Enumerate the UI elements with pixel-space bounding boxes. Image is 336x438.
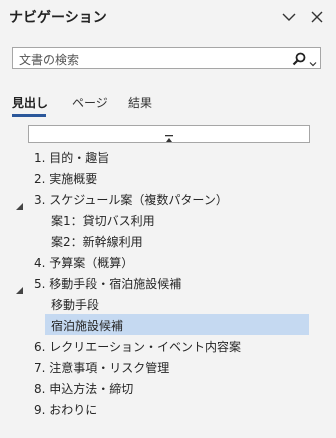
close-icon (309, 9, 325, 25)
active-tab-indicator (12, 114, 46, 117)
heading-label: 移動手段 (51, 298, 100, 312)
heading-label: 7. 注意事項・リスク管理 (34, 361, 170, 375)
tab-headings[interactable]: 見出し (12, 94, 48, 111)
heading-item[interactable]: 8. 申込方法・締切 (0, 377, 336, 398)
pane-close-button[interactable] (309, 9, 325, 25)
pane-title: ナビゲーション (9, 10, 107, 26)
heading-item[interactable]: 1. 目的・趣旨 (0, 146, 336, 167)
heading-label: 3. スケジュール案（複数パターン） (34, 193, 228, 207)
heading-label: 2. 実施概要 (34, 172, 98, 186)
heading-label: 5. 移動手段・宿泊施設候補 (34, 277, 182, 291)
heading-item-selected[interactable]: 宿泊施設候補 (0, 314, 336, 335)
heading-label: 1. 目的・趣旨 (34, 151, 110, 165)
heading-item[interactable]: 2. 実施概要 (0, 167, 336, 188)
heading-item[interactable]: 4. 予算案（概算） (0, 251, 336, 272)
heading-item[interactable]: 移動手段 (0, 293, 336, 314)
heading-item[interactable]: 6. レクリエーション・イベント内容案 (0, 335, 336, 356)
search-options-chevron-icon[interactable] (309, 53, 317, 72)
pane-options-button[interactable] (281, 9, 297, 25)
search-placeholder: 文書の検索 (19, 53, 80, 67)
heading-label: 案1：貸切バス利用 (51, 214, 155, 228)
heading-label: 案2：新幹線利用 (51, 235, 143, 249)
heading-item[interactable]: 3. スケジュール案（複数パターン） (0, 188, 336, 210)
chevron-down-icon (281, 9, 297, 25)
heading-item[interactable]: 9. おわりに (0, 398, 336, 419)
heading-item[interactable]: 7. 注意事項・リスク管理 (0, 356, 336, 377)
heading-label: 6. レクリエーション・イベント内容案 (34, 340, 242, 354)
heading-label: 8. 申込方法・締切 (34, 382, 134, 396)
heading-label: 宿泊施設候補 (51, 319, 124, 333)
search-icon[interactable] (292, 51, 306, 70)
tab-results[interactable]: 結果 (128, 94, 152, 111)
heading-item[interactable]: 案2：新幹線利用 (0, 230, 336, 251)
pane-header: ナビゲーション (0, 0, 336, 34)
heading-item[interactable]: 5. 移動手段・宿泊施設候補 (0, 272, 336, 294)
search-input[interactable]: 文書の検索 (12, 47, 321, 69)
tab-pages[interactable]: ページ (72, 94, 108, 111)
heading-label: 4. 予算案（概算） (34, 256, 134, 270)
heading-label: 9. おわりに (34, 403, 98, 417)
collapse-all-bar[interactable] (28, 125, 310, 143)
heading-item[interactable]: 案1：貸切バス利用 (0, 209, 336, 230)
